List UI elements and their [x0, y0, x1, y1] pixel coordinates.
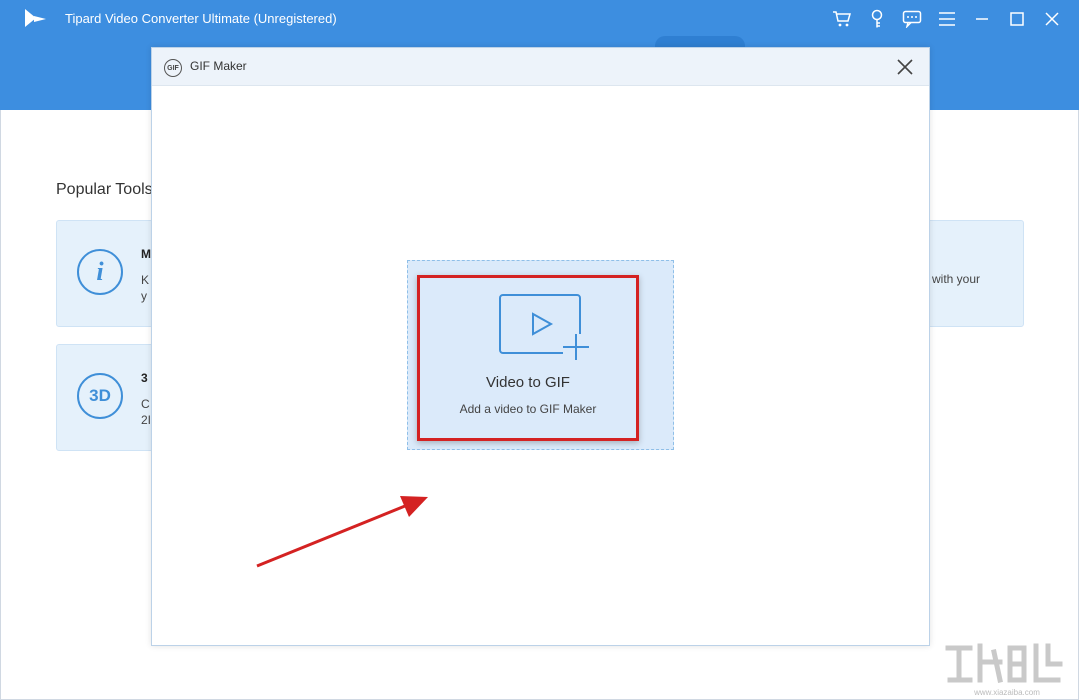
add-tile-sublabel: Add a video to GIF Maker	[459, 402, 597, 416]
feedback-icon[interactable]	[901, 8, 923, 30]
app-logo-icon	[25, 9, 46, 27]
titlebar-controls	[831, 8, 1063, 30]
tool-desc-line: C	[141, 397, 150, 411]
gif-maker-dialog: GIF GIF Maker Video to GIF Add a video t…	[151, 47, 930, 646]
add-video-icon	[499, 294, 589, 360]
cart-icon[interactable]	[831, 8, 853, 30]
gif-icon: GIF	[164, 59, 182, 77]
watermark-logo: www.xiazaiba.com	[945, 643, 1063, 697]
tool-card-3d-maker[interactable]: 3D 3 C 2I	[56, 344, 156, 451]
tool-name: M	[141, 247, 151, 261]
3d-icon: 3D	[77, 373, 123, 419]
tool-desc-line: y	[141, 289, 147, 303]
app-title: Tipard Video Converter Ultimate (Unregis…	[65, 11, 337, 26]
video-to-gif-add-button[interactable]: Video to GIF Add a video to GIF Maker	[417, 275, 639, 441]
dialog-close-icon[interactable]	[895, 57, 915, 77]
dialog-title: GIF Maker	[190, 59, 247, 73]
info-icon: i	[77, 249, 123, 295]
tool-name: 3	[141, 371, 148, 385]
add-tile-label: Video to GIF	[486, 374, 570, 391]
dialog-header: GIF GIF Maker	[152, 48, 929, 86]
close-icon[interactable]	[1041, 8, 1063, 30]
key-icon[interactable]	[866, 8, 888, 30]
popular-tools-title: Popular Tools	[56, 181, 153, 198]
svg-text:www.xiazaiba.com: www.xiazaiba.com	[973, 688, 1040, 697]
menu-icon[interactable]	[936, 8, 958, 30]
minimize-icon[interactable]	[971, 8, 993, 30]
maximize-icon[interactable]	[1006, 8, 1028, 30]
tool-desc-line: K	[141, 273, 150, 287]
tool-desc-right: with your	[932, 272, 981, 286]
